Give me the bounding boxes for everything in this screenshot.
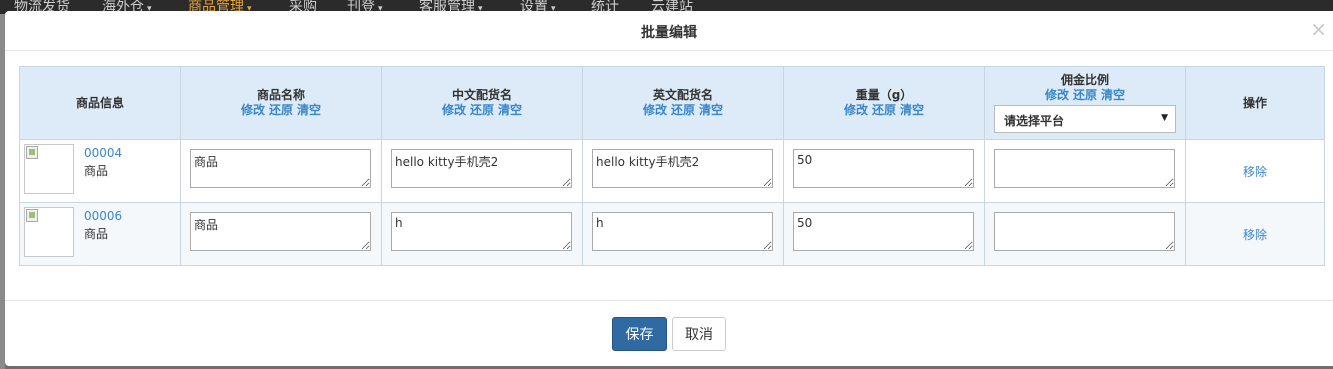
cn-name-restore-link[interactable]: 还原 [470,103,494,117]
commission-restore-link[interactable]: 还原 [1073,88,1097,102]
table-row: 00004 商品 商品 hello kitty手机壳2 hello kitty手… [19,139,1325,203]
product-code-link[interactable]: 00006 [84,209,122,223]
product-name-modify-link[interactable]: 修改 [241,103,265,117]
cn-declare-name-input[interactable]: hello kitty手机壳2 [391,149,572,188]
platform-select-value: 请选择平台 [1004,114,1065,128]
remove-link[interactable]: 移除 [1186,226,1324,243]
broken-image-icon [26,209,38,222]
weight-cell: 50 [783,202,985,266]
weight-restore-link[interactable]: 还原 [872,103,896,117]
product-name-text: 商品 [84,227,109,241]
product-thumbnail [24,207,74,257]
en-name-cell: h [582,202,784,266]
batch-edit-modal: 批量编辑 × 商品信息 商品名称 修改 还原 清空 中文配货名 修改 还原 清空 英文配… [5,11,1333,366]
en-name-clear-link[interactable]: 清空 [699,103,723,117]
product-thumbnail [24,144,74,194]
commission-cell [984,202,1186,266]
weight-cell: 50 [783,139,985,203]
modal-footer: 保存 取消 [5,300,1333,366]
commission-input[interactable] [994,149,1175,188]
save-button[interactable]: 保存 [612,317,667,351]
table-row: 00006 商品 商品 h h 50 移除 [19,202,1325,266]
commission-modify-link[interactable]: 修改 [1045,88,1069,102]
header-cn-declare-name: 中文配货名 修改 还原 清空 [381,66,583,140]
operation-cell: 移除 [1185,202,1325,266]
weight-modify-link[interactable]: 修改 [844,103,868,117]
product-info-cell: 00006 商品 [19,202,181,266]
header-operation: 操作 [1185,66,1325,140]
modal-header: 批量编辑 × [5,11,1333,51]
broken-image-icon [26,146,38,159]
header-product-name: 商品名称 修改 还原 清空 [180,66,382,140]
header-weight: 重量（g） 修改 还原 清空 [783,66,985,140]
product-info-cell: 00004 商品 [19,139,181,203]
weight-input[interactable]: 50 [793,212,974,251]
dropdown-caret-icon: ▼ [1161,113,1168,123]
product-name-clear-link[interactable]: 清空 [297,103,321,117]
cn-name-cell: hello kitty手机壳2 [381,139,583,203]
cancel-button[interactable]: 取消 [672,317,726,351]
cn-name-clear-link[interactable]: 清空 [498,103,522,117]
en-declare-name-input[interactable]: h [592,212,773,251]
platform-select[interactable]: 请选择平台 ▼ [994,105,1176,133]
product-name-input[interactable]: 商品 [190,149,371,188]
header-product-info: 商品信息 [19,66,181,140]
en-name-restore-link[interactable]: 还原 [671,103,695,117]
header-en-declare-name: 英文配货名 修改 还原 清空 [582,66,784,140]
weight-input[interactable]: 50 [793,149,974,188]
close-icon[interactable]: × [1310,19,1327,39]
table-header-row: 商品信息 商品名称 修改 还原 清空 中文配货名 修改 还原 清空 英文配货名 修改 还原… [19,66,1325,140]
commission-cell [984,139,1186,203]
product-name-text: 商品 [84,164,109,178]
commission-input[interactable] [994,212,1175,251]
batch-edit-table: 商品信息 商品名称 修改 还原 清空 中文配货名 修改 还原 清空 英文配货名 修改 还原… [19,66,1325,266]
cn-declare-name-input[interactable]: h [391,212,572,251]
product-code-link[interactable]: 00004 [84,146,122,160]
header-commission: 佣金比例 修改 还原 清空 请选择平台 ▼ [984,66,1186,140]
en-declare-name-input[interactable]: hello kitty手机壳2 [592,149,773,188]
product-name-cell: 商品 [180,202,382,266]
commission-clear-link[interactable]: 清空 [1101,88,1125,102]
modal-title: 批量编辑 [641,25,697,41]
cn-name-modify-link[interactable]: 修改 [442,103,466,117]
product-name-cell: 商品 [180,139,382,203]
en-name-cell: hello kitty手机壳2 [582,139,784,203]
product-name-input[interactable]: 商品 [190,212,371,251]
en-name-modify-link[interactable]: 修改 [643,103,667,117]
cn-name-cell: h [381,202,583,266]
remove-link[interactable]: 移除 [1186,163,1324,180]
operation-cell: 移除 [1185,139,1325,203]
product-name-restore-link[interactable]: 还原 [269,103,293,117]
weight-clear-link[interactable]: 清空 [900,103,924,117]
